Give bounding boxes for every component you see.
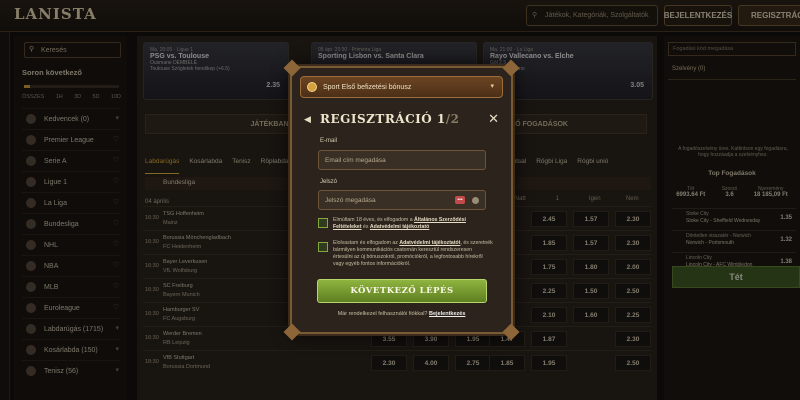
modal-title: REGISZTRÁCIÓ 1/2 — [320, 112, 460, 126]
bonus-label: Sport Első befizetési bónusz — [323, 83, 412, 91]
back-arrow-icon[interactable]: ◀ — [304, 114, 311, 125]
coin-icon — [307, 82, 317, 92]
terms-checkbox[interactable] — [318, 218, 328, 228]
email-label: E-mail — [320, 138, 338, 144]
close-icon[interactable]: ✕ — [488, 111, 499, 127]
has-account-text: Már rendelkezel felhasználói fiókkal? Be… — [337, 311, 466, 317]
privacy-link[interactable]: Adatvédelmi tájékoztató — [370, 224, 429, 230]
login-link[interactable]: Bejelentkezés — [429, 311, 465, 317]
show-password-icon[interactable] — [472, 197, 479, 204]
chevron-down-icon: ▾ — [490, 83, 494, 90]
email-field[interactable]: Email cím megadása — [318, 150, 486, 170]
password-manager-icon[interactable]: ••• — [455, 196, 465, 204]
registration-modal: Sport Első befizetési bónusz ▾ ◀ REGISZT… — [283, 59, 520, 341]
marketing-text: Elolvastam és elfogadom az Adatvédelmi t… — [333, 240, 493, 267]
next-step-button[interactable]: KÖVETKEZŐ LÉPÉS — [317, 279, 487, 303]
password-label: Jelszó — [320, 179, 338, 185]
terms-text: Elmúltam 18 éves, és elfogadom a Általán… — [333, 217, 466, 230]
password-field[interactable]: Jelszó megadása ••• — [318, 190, 486, 210]
marketing-checkbox[interactable] — [318, 242, 328, 252]
bonus-selector[interactable]: Sport Első befizetési bónusz ▾ — [300, 76, 503, 98]
privacy-link[interactable]: Adatvédelmi tájékoztatót — [399, 240, 460, 246]
